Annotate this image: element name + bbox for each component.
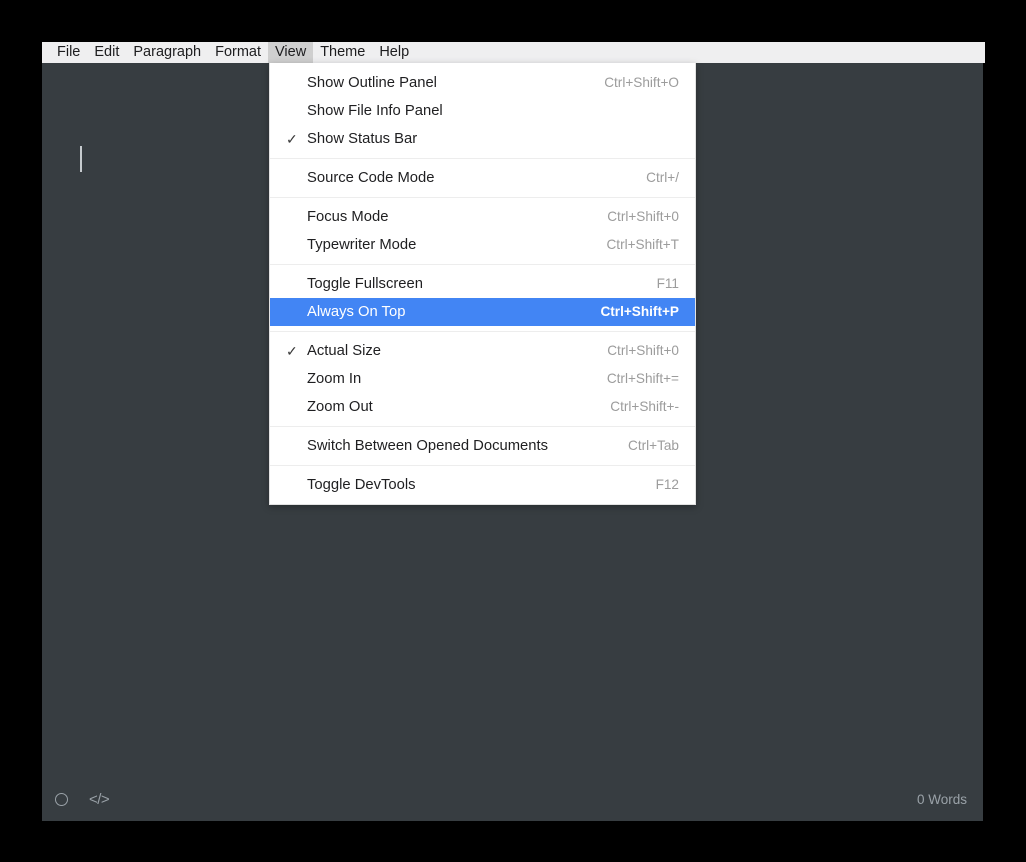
menu-item-show-outline-panel[interactable]: Show Outline Panel Ctrl+Shift+O	[270, 69, 695, 97]
menu-item-label: Always On Top	[307, 304, 406, 320]
menu-item-zoom-in[interactable]: Zoom In Ctrl+Shift+=	[270, 365, 695, 393]
menu-item-label: Actual Size	[307, 343, 382, 359]
menu-item-show-status-bar[interactable]: ✓ Show Status Bar	[270, 125, 695, 153]
menu-item-label: Typewriter Mode	[307, 237, 417, 253]
status-bar: </> 0 Words	[42, 777, 983, 821]
menu-item-actual-size[interactable]: ✓ Actual Size Ctrl+Shift+0	[270, 337, 695, 365]
menubar-item-format[interactable]: Format	[208, 42, 268, 63]
menu-item-shortcut: Ctrl+Shift+T	[606, 237, 679, 252]
menu-item-shortcut: Ctrl+/	[646, 170, 679, 185]
menubar-item-theme[interactable]: Theme	[313, 42, 372, 63]
menu-separator	[270, 197, 695, 198]
menubar-item-paragraph[interactable]: Paragraph	[126, 42, 208, 63]
application-window: File Edit Paragraph Format View Theme Help </>…	[42, 42, 985, 821]
menu-item-toggle-fullscreen[interactable]: Toggle Fullscreen F11	[270, 270, 695, 298]
menu-item-source-code-mode[interactable]: Source Code Mode Ctrl+/	[270, 164, 695, 192]
menu-item-label: Source Code Mode	[307, 170, 435, 186]
menu-item-shortcut: Ctrl+Shift+P	[600, 304, 679, 319]
menu-item-label: Show File Info Panel	[307, 103, 443, 119]
menu-item-shortcut: F11	[656, 276, 679, 291]
menubar-item-file[interactable]: File	[50, 42, 87, 63]
menubar-item-help[interactable]: Help	[372, 42, 416, 63]
menu-item-focus-mode[interactable]: Focus Mode Ctrl+Shift+0	[270, 203, 695, 231]
menu-separator	[270, 426, 695, 427]
menu-item-zoom-out[interactable]: Zoom Out Ctrl+Shift+-	[270, 393, 695, 421]
menu-item-shortcut: Ctrl+Shift+O	[604, 75, 679, 90]
menu-item-label: Toggle Fullscreen	[307, 276, 423, 292]
menu-item-label: Zoom Out	[307, 399, 373, 415]
menu-item-toggle-devtools[interactable]: Toggle DevTools F12	[270, 471, 695, 499]
menu-item-label: Zoom In	[307, 371, 362, 387]
menu-item-shortcut: Ctrl+Shift+-	[610, 399, 679, 414]
menu-item-label: Show Outline Panel	[307, 75, 437, 91]
menu-item-shortcut: Ctrl+Tab	[628, 438, 679, 453]
menubar-item-edit[interactable]: Edit	[87, 42, 126, 63]
source-code-mode-icon[interactable]: </>	[89, 792, 110, 807]
check-icon: ✓	[286, 131, 298, 147]
menu-separator	[270, 465, 695, 466]
menu-item-shortcut: Ctrl+Shift+=	[606, 371, 679, 386]
menu-separator	[270, 331, 695, 332]
text-caret	[80, 146, 82, 172]
outline-panel-toggle-icon[interactable]	[55, 792, 68, 806]
menu-bar: File Edit Paragraph Format View Theme Help	[42, 42, 985, 63]
menu-item-always-on-top[interactable]: Always On Top Ctrl+Shift+P	[270, 298, 695, 326]
view-dropdown-menu: Show Outline Panel Ctrl+Shift+O Show File …	[269, 63, 696, 505]
menu-item-label: Toggle DevTools	[307, 477, 416, 493]
menu-item-label: Show Status Bar	[307, 131, 418, 147]
menu-item-shortcut: Ctrl+Shift+0	[607, 209, 679, 224]
menu-item-typewriter-mode[interactable]: Typewriter Mode Ctrl+Shift+T	[270, 231, 695, 259]
menu-item-shortcut: F12	[655, 477, 679, 492]
menu-item-shortcut: Ctrl+Shift+0	[607, 343, 679, 358]
status-bar-left-group: </>	[55, 792, 110, 807]
menu-item-switch-between-opened-documents[interactable]: Switch Between Opened Documents Ctrl+Tab	[270, 432, 695, 460]
menu-separator	[270, 264, 695, 265]
menu-item-label: Focus Mode	[307, 209, 389, 225]
menu-item-label: Switch Between Opened Documents	[307, 438, 548, 454]
menu-separator	[270, 158, 695, 159]
check-icon: ✓	[286, 343, 298, 359]
menu-item-show-file-info-panel[interactable]: Show File Info Panel	[270, 97, 695, 125]
menubar-item-view[interactable]: View	[268, 42, 314, 63]
word-count-label: 0 Words	[916, 791, 967, 807]
circle-icon	[55, 792, 68, 806]
